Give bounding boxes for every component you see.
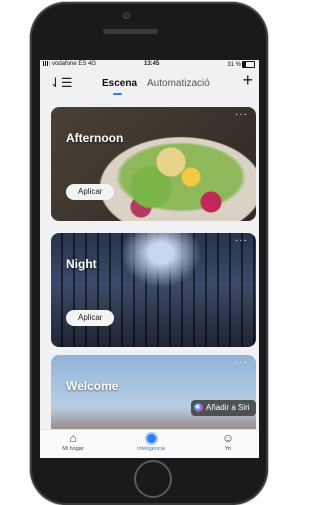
- sun-icon: [126, 431, 176, 446]
- tab-home-label: Mi hogar: [62, 446, 84, 452]
- earpiece-speaker: [103, 29, 158, 34]
- scene-title: Night: [66, 257, 97, 271]
- siri-icon: [194, 403, 203, 413]
- battery-info: 31 %: [227, 61, 255, 68]
- more-icon[interactable]: ···: [235, 109, 248, 120]
- user-icon: ☺: [221, 431, 235, 445]
- carrier-text: vodafone ES 4G: [52, 61, 97, 68]
- front-camera: [123, 12, 130, 19]
- clock: 13:45: [144, 61, 160, 67]
- bottom-tab-bar: ⌂ Mi hogar Inteligencia ☺ Yo: [40, 429, 259, 458]
- tab-scene[interactable]: Escena: [102, 78, 137, 89]
- battery-icon: [242, 61, 255, 68]
- more-icon[interactable]: ···: [235, 357, 248, 368]
- home-button[interactable]: [134, 460, 172, 498]
- tab-home[interactable]: ⌂ Mi hogar: [48, 431, 98, 452]
- siri-label: Añadir a Siri: [206, 403, 250, 412]
- more-icon[interactable]: ···: [235, 235, 248, 246]
- apply-button[interactable]: Aplicar: [66, 310, 115, 326]
- apply-button[interactable]: Aplicar: [66, 184, 115, 200]
- battery-text: 31 %: [227, 62, 241, 69]
- carrier-info: vodafone ES 4G: [43, 61, 96, 67]
- scene-title: Afternoon: [66, 131, 124, 145]
- tab-automation[interactable]: Automatizació: [147, 78, 210, 89]
- app-screen: vodafone ES 4G 13:45 31 % ⇃☰ Escena Auto…: [40, 60, 259, 458]
- scene-card-afternoon[interactable]: ··· Afternoon Aplicar: [51, 107, 256, 221]
- tab-me-label: Yo: [224, 446, 232, 452]
- scene-title: Welcome: [66, 379, 119, 393]
- status-bar: vodafone ES 4G 13:45 31 %: [40, 60, 259, 69]
- active-tab-indicator: [113, 93, 122, 95]
- top-header: ⇃☰ Escena Automatizació +: [40, 70, 259, 100]
- sort-icon[interactable]: ⇃☰: [50, 75, 73, 91]
- add-icon[interactable]: +: [242, 70, 253, 91]
- tab-me[interactable]: ☺ Yo: [203, 431, 253, 452]
- tab-intelligence[interactable]: Inteligencia: [126, 431, 176, 452]
- tab-intelligence-label: Inteligencia: [137, 446, 165, 452]
- home-icon: ⌂: [69, 431, 77, 445]
- scene-card-night[interactable]: ··· Night Aplicar: [51, 233, 256, 347]
- add-to-siri-button[interactable]: Añadir a Siri: [191, 400, 256, 416]
- signal-icon: [43, 61, 51, 66]
